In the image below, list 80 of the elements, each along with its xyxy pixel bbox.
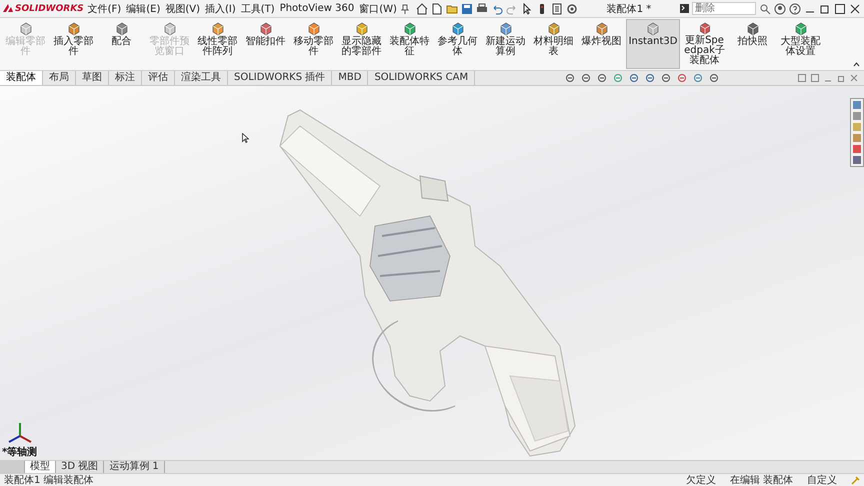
ribbon-button[interactable]: 拍快照: [729, 19, 776, 69]
component-icon: [794, 22, 808, 36]
component-icon: [646, 22, 660, 36]
command-tab[interactable]: 草图: [76, 71, 109, 85]
logo-icon: [3, 4, 13, 13]
component-icon: [402, 22, 416, 36]
ribbon-button[interactable]: 装配体特征: [386, 19, 433, 69]
command-tab[interactable]: 标注: [109, 71, 142, 85]
menu-item[interactable]: 文件(F): [86, 2, 122, 16]
ribbon-button[interactable]: 配合: [98, 19, 145, 69]
component-icon: [66, 22, 80, 36]
select-arrow-icon[interactable]: [520, 2, 533, 14]
command-tab[interactable]: 评估: [142, 71, 175, 85]
search-field[interactable]: 删除: [692, 2, 756, 15]
command-tab[interactable]: SOLIDWORKS CAM: [368, 71, 476, 85]
ribbon-button[interactable]: 显示隐藏的零部件: [338, 19, 385, 69]
model-tab[interactable]: 3D 视图: [56, 461, 104, 473]
mouse-cursor-icon: [242, 133, 249, 143]
component-icon: [306, 22, 320, 36]
collapse-caret-icon[interactable]: [853, 62, 860, 67]
menu-item[interactable]: 工具(T): [240, 2, 276, 16]
command-tab[interactable]: 装配体: [0, 71, 43, 85]
close-icon[interactable]: [849, 2, 861, 14]
component-icon: [210, 22, 224, 36]
new-document-icon[interactable]: [430, 2, 443, 14]
tile-icon[interactable]: [798, 74, 806, 82]
ribbon-button[interactable]: 更新Speedpak子装配体: [681, 19, 728, 69]
ribbon-button[interactable]: 大型装配体设置: [777, 19, 824, 69]
menu-item[interactable]: 视图(V): [164, 2, 201, 16]
maximize-icon[interactable]: [834, 2, 846, 14]
component-icon: [18, 22, 32, 36]
ribbon-button[interactable]: 智能扣件: [242, 19, 289, 69]
command-icon: [680, 4, 689, 13]
ribbon-button[interactable]: 线性零部件阵列: [194, 19, 241, 69]
restore-icon[interactable]: [819, 2, 831, 14]
component-icon: [746, 22, 760, 36]
ribbon-button[interactable]: 移动零部件: [290, 19, 337, 69]
component-icon: [162, 22, 176, 36]
ribbon-button[interactable]: 插入零部件: [50, 19, 97, 69]
open-folder-icon[interactable]: [446, 2, 458, 14]
command-tab[interactable]: SOLIDWORKS 插件: [228, 71, 332, 85]
status-text: 在编辑 装配体: [730, 474, 793, 486]
pin-icon[interactable]: [400, 4, 409, 14]
settings-icon[interactable]: [566, 2, 578, 14]
ribbon-button[interactable]: 参考几何体: [434, 19, 481, 69]
tab-scroll-bar[interactable]: [0, 461, 25, 473]
view-orientation-label: *等轴测: [2, 446, 38, 459]
help-icon[interactable]: [789, 2, 801, 14]
menu-item[interactable]: 窗口(W): [358, 2, 398, 16]
app-name: SOLIDWORKS: [15, 4, 84, 14]
window-title: 装配体1 *: [606, 2, 652, 16]
component-icon: [594, 22, 608, 36]
component-icon: [546, 22, 560, 36]
status-text: 自定义: [807, 474, 837, 486]
component-icon: [354, 22, 368, 36]
search-icon[interactable]: [759, 2, 771, 14]
menu-item[interactable]: 编辑(E): [125, 2, 162, 16]
component-icon: [114, 22, 128, 36]
status-text: 欠定义: [686, 474, 716, 486]
ribbon-button[interactable]: 新建运动算例: [482, 19, 529, 69]
component-icon: [258, 22, 272, 36]
command-tab[interactable]: MBD: [332, 71, 368, 85]
menu-item[interactable]: 插入(I): [204, 2, 237, 16]
ribbon-button[interactable]: 材料明细表: [530, 19, 577, 69]
status-text: 装配体1 编辑装配体: [4, 474, 94, 486]
component-icon: [498, 22, 512, 36]
file-properties-icon[interactable]: [550, 2, 563, 14]
save-icon[interactable]: [460, 2, 473, 14]
ribbon-button[interactable]: Instant3D: [626, 19, 680, 69]
component-icon: [698, 22, 712, 35]
menu-item[interactable]: PhotoView 360: [278, 3, 356, 14]
command-tab[interactable]: 布局: [43, 71, 76, 85]
tile-icon[interactable]: [811, 74, 819, 82]
undo-icon[interactable]: [490, 2, 503, 14]
component-icon: [450, 22, 464, 36]
command-tab[interactable]: 渲染工具: [175, 71, 228, 85]
model-tab[interactable]: 运动算例 1: [104, 461, 165, 473]
model-tab[interactable]: 模型: [25, 461, 56, 473]
print-icon[interactable]: [476, 2, 488, 14]
ribbon-button[interactable]: 爆炸视图: [578, 19, 625, 69]
